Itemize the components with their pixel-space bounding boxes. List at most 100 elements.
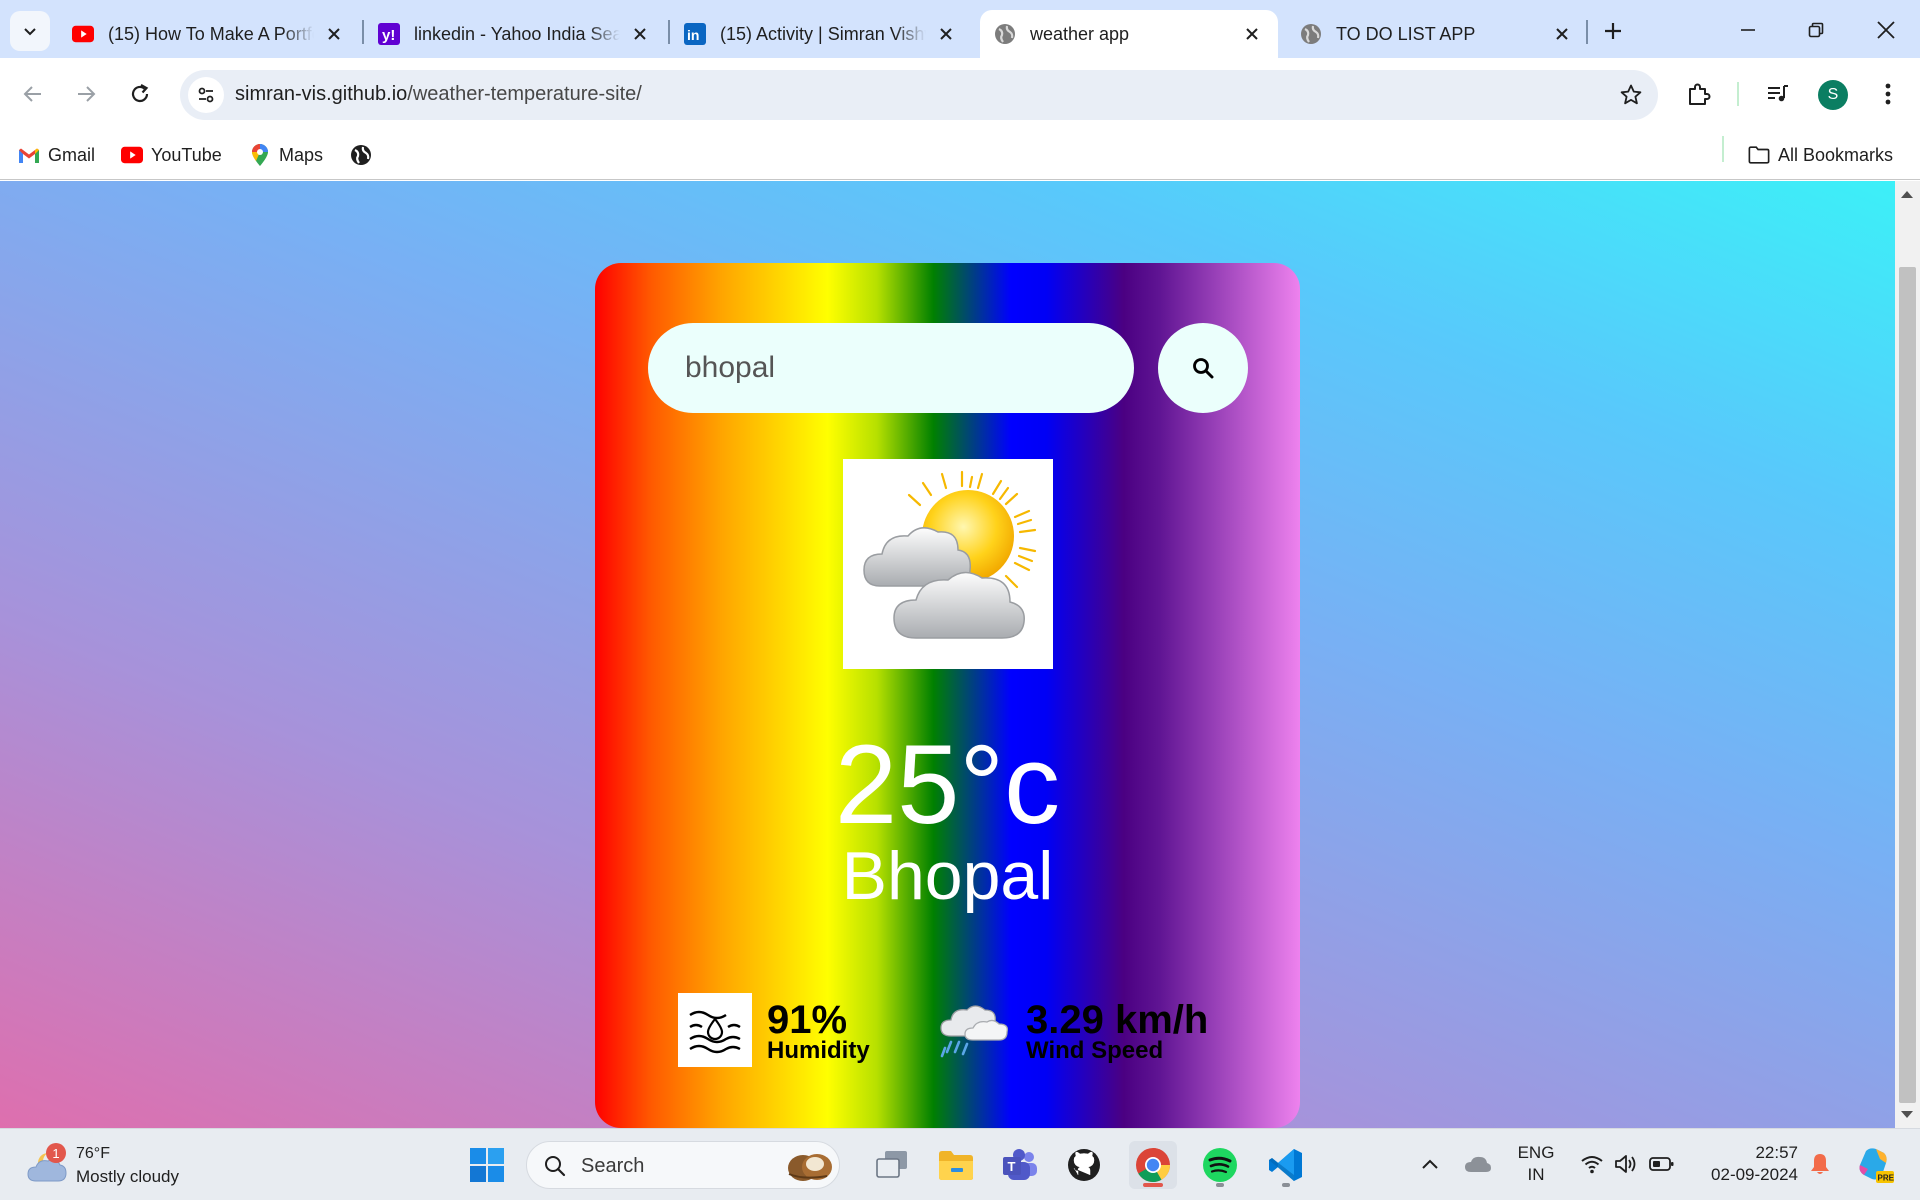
back-button[interactable] xyxy=(15,76,51,112)
tab-youtube[interactable]: (15) How To Make A Portfolio xyxy=(58,10,360,58)
media-control-button[interactable] xyxy=(1760,76,1796,112)
copilot-button[interactable]: PRE xyxy=(1852,1143,1896,1187)
tab-weather-app[interactable]: weather app xyxy=(980,10,1278,58)
show-hidden-icons-button[interactable] xyxy=(1418,1149,1442,1179)
close-icon[interactable] xyxy=(322,22,346,46)
restore-button[interactable] xyxy=(1788,8,1844,52)
url-text[interactable]: simran-vis.github.io/weather-temperature… xyxy=(235,83,642,106)
reload-button[interactable] xyxy=(122,76,158,112)
bookmark-gmail[interactable]: Gmail xyxy=(18,140,95,170)
wifi-status[interactable] xyxy=(1578,1149,1606,1179)
svg-text:T: T xyxy=(1008,1159,1016,1174)
weather-widget-temp: 76°F xyxy=(76,1145,110,1162)
close-icon[interactable] xyxy=(628,22,652,46)
scroll-up-arrow-icon[interactable] xyxy=(1901,191,1913,198)
clock-date: 02-09-2024 xyxy=(1711,1165,1798,1184)
close-icon[interactable] xyxy=(934,22,958,46)
forward-button[interactable] xyxy=(68,76,104,112)
maps-icon xyxy=(249,144,271,166)
globe-icon xyxy=(1300,23,1322,45)
reload-icon xyxy=(131,84,149,103)
tab-todo-app[interactable]: TO DO LIST APP xyxy=(1286,10,1588,58)
wind-rain-icon xyxy=(937,993,1011,1067)
partly-cloudy-sun-icon xyxy=(843,459,1053,669)
chrome-button[interactable] xyxy=(1129,1141,1177,1189)
onedrive-button[interactable] xyxy=(1462,1149,1494,1179)
bookmark-label: Maps xyxy=(279,144,324,165)
tab-title: linkedin - Yahoo India Search xyxy=(414,23,620,44)
battery-status[interactable] xyxy=(1648,1149,1676,1179)
taskbar-clock[interactable]: 22:57 02-09-2024 xyxy=(1690,1142,1798,1186)
plus-icon xyxy=(1605,23,1621,39)
close-icon[interactable] xyxy=(1550,22,1574,46)
gmail-icon xyxy=(18,144,40,166)
windows-start-icon xyxy=(470,1148,504,1182)
chevron-up-icon xyxy=(1422,1159,1438,1169)
globe-icon xyxy=(350,144,372,166)
yahoo-icon: y! xyxy=(378,23,400,45)
city-search-input[interactable] xyxy=(648,323,1134,413)
taskbar-search-label: Search xyxy=(581,1155,645,1177)
profile-avatar[interactable]: S xyxy=(1818,80,1848,110)
vscode-button[interactable] xyxy=(1262,1141,1310,1189)
minimize-button[interactable] xyxy=(1720,8,1776,52)
scroll-thumb[interactable] xyxy=(1899,267,1916,1103)
address-bar[interactable]: simran-vis.github.io/weather-temperature… xyxy=(180,70,1658,120)
task-view-button[interactable] xyxy=(868,1141,916,1189)
all-bookmarks-button[interactable]: All Bookmarks xyxy=(1748,140,1893,170)
weather-card: 25°c Bhopal 91% Humidity 3.29 km/h Wind … xyxy=(595,263,1300,1128)
tab-yahoo[interactable]: y! linkedin - Yahoo India Search xyxy=(364,10,666,58)
onedrive-cloud-icon xyxy=(1465,1156,1491,1172)
bookmark-youtube[interactable]: YouTube xyxy=(121,140,222,170)
volume-status[interactable] xyxy=(1612,1149,1640,1179)
spotify-button[interactable] xyxy=(1196,1141,1244,1189)
page-viewport: 25°c Bhopal 91% Humidity 3.29 km/h Wind … xyxy=(0,181,1895,1128)
tab-search-button[interactable] xyxy=(10,11,50,51)
arrow-left-icon xyxy=(23,86,41,102)
close-icon xyxy=(1877,21,1895,39)
browser-toolbar: simran-vis.github.io/weather-temperature… xyxy=(0,58,1920,130)
file-explorer-button[interactable] xyxy=(932,1141,980,1189)
tune-icon xyxy=(198,87,214,103)
taskbar-search-box[interactable]: Search xyxy=(526,1141,840,1189)
chrome-icon xyxy=(1136,1148,1170,1182)
linkedin-icon: in xyxy=(684,23,706,45)
humidity-value: 91% xyxy=(767,998,848,1042)
temperature-value: 25°c xyxy=(834,722,1061,847)
minimize-icon xyxy=(1741,29,1755,31)
extensions-button[interactable] xyxy=(1681,76,1717,112)
tab-linkedin[interactable]: in (15) Activity | Simran Vishwakarma xyxy=(670,10,972,58)
site-info-button[interactable] xyxy=(188,77,224,113)
browser-menu-button[interactable] xyxy=(1870,76,1906,112)
browser-tab-strip: (15) How To Make A Portfolio y! linkedin… xyxy=(0,0,1920,58)
restore-icon xyxy=(1808,22,1824,38)
copilot-icon: PRE xyxy=(1859,1148,1894,1183)
github-icon xyxy=(1068,1149,1100,1181)
active-app-indicator xyxy=(1143,1183,1163,1187)
battery-icon xyxy=(1649,1157,1674,1171)
bookmark-star-button[interactable] xyxy=(1618,82,1644,108)
url-host: simran-vis.github.io xyxy=(235,83,408,105)
close-icon[interactable] xyxy=(1240,22,1264,46)
running-app-indicator xyxy=(1216,1183,1224,1187)
close-window-button[interactable] xyxy=(1858,8,1914,52)
bookmark-globe[interactable] xyxy=(350,140,380,170)
scroll-down-arrow-icon[interactable] xyxy=(1901,1111,1913,1118)
teams-button[interactable]: T xyxy=(996,1141,1044,1189)
arrow-right-icon xyxy=(78,86,96,102)
github-desktop-button[interactable] xyxy=(1060,1141,1108,1189)
bookmark-maps[interactable]: Maps xyxy=(249,140,323,170)
start-button[interactable] xyxy=(463,1141,511,1189)
search-button[interactable] xyxy=(1158,323,1248,413)
page-scrollbar[interactable] xyxy=(1895,181,1920,1128)
wind-speed-value: 3.29 km/h xyxy=(1026,998,1209,1042)
weather-widget[interactable]: 1 76°F Mostly cloudy xyxy=(22,1139,222,1191)
globe-icon xyxy=(994,23,1016,45)
new-tab-button[interactable] xyxy=(1596,14,1630,48)
wifi-icon xyxy=(1581,1156,1603,1174)
city-name: Bhopal xyxy=(841,838,1054,914)
notifications-button[interactable] xyxy=(1806,1149,1834,1179)
language-indicator[interactable]: ENG IN xyxy=(1516,1142,1556,1186)
speaker-icon xyxy=(1615,1155,1636,1173)
running-app-indicator xyxy=(1282,1183,1290,1187)
